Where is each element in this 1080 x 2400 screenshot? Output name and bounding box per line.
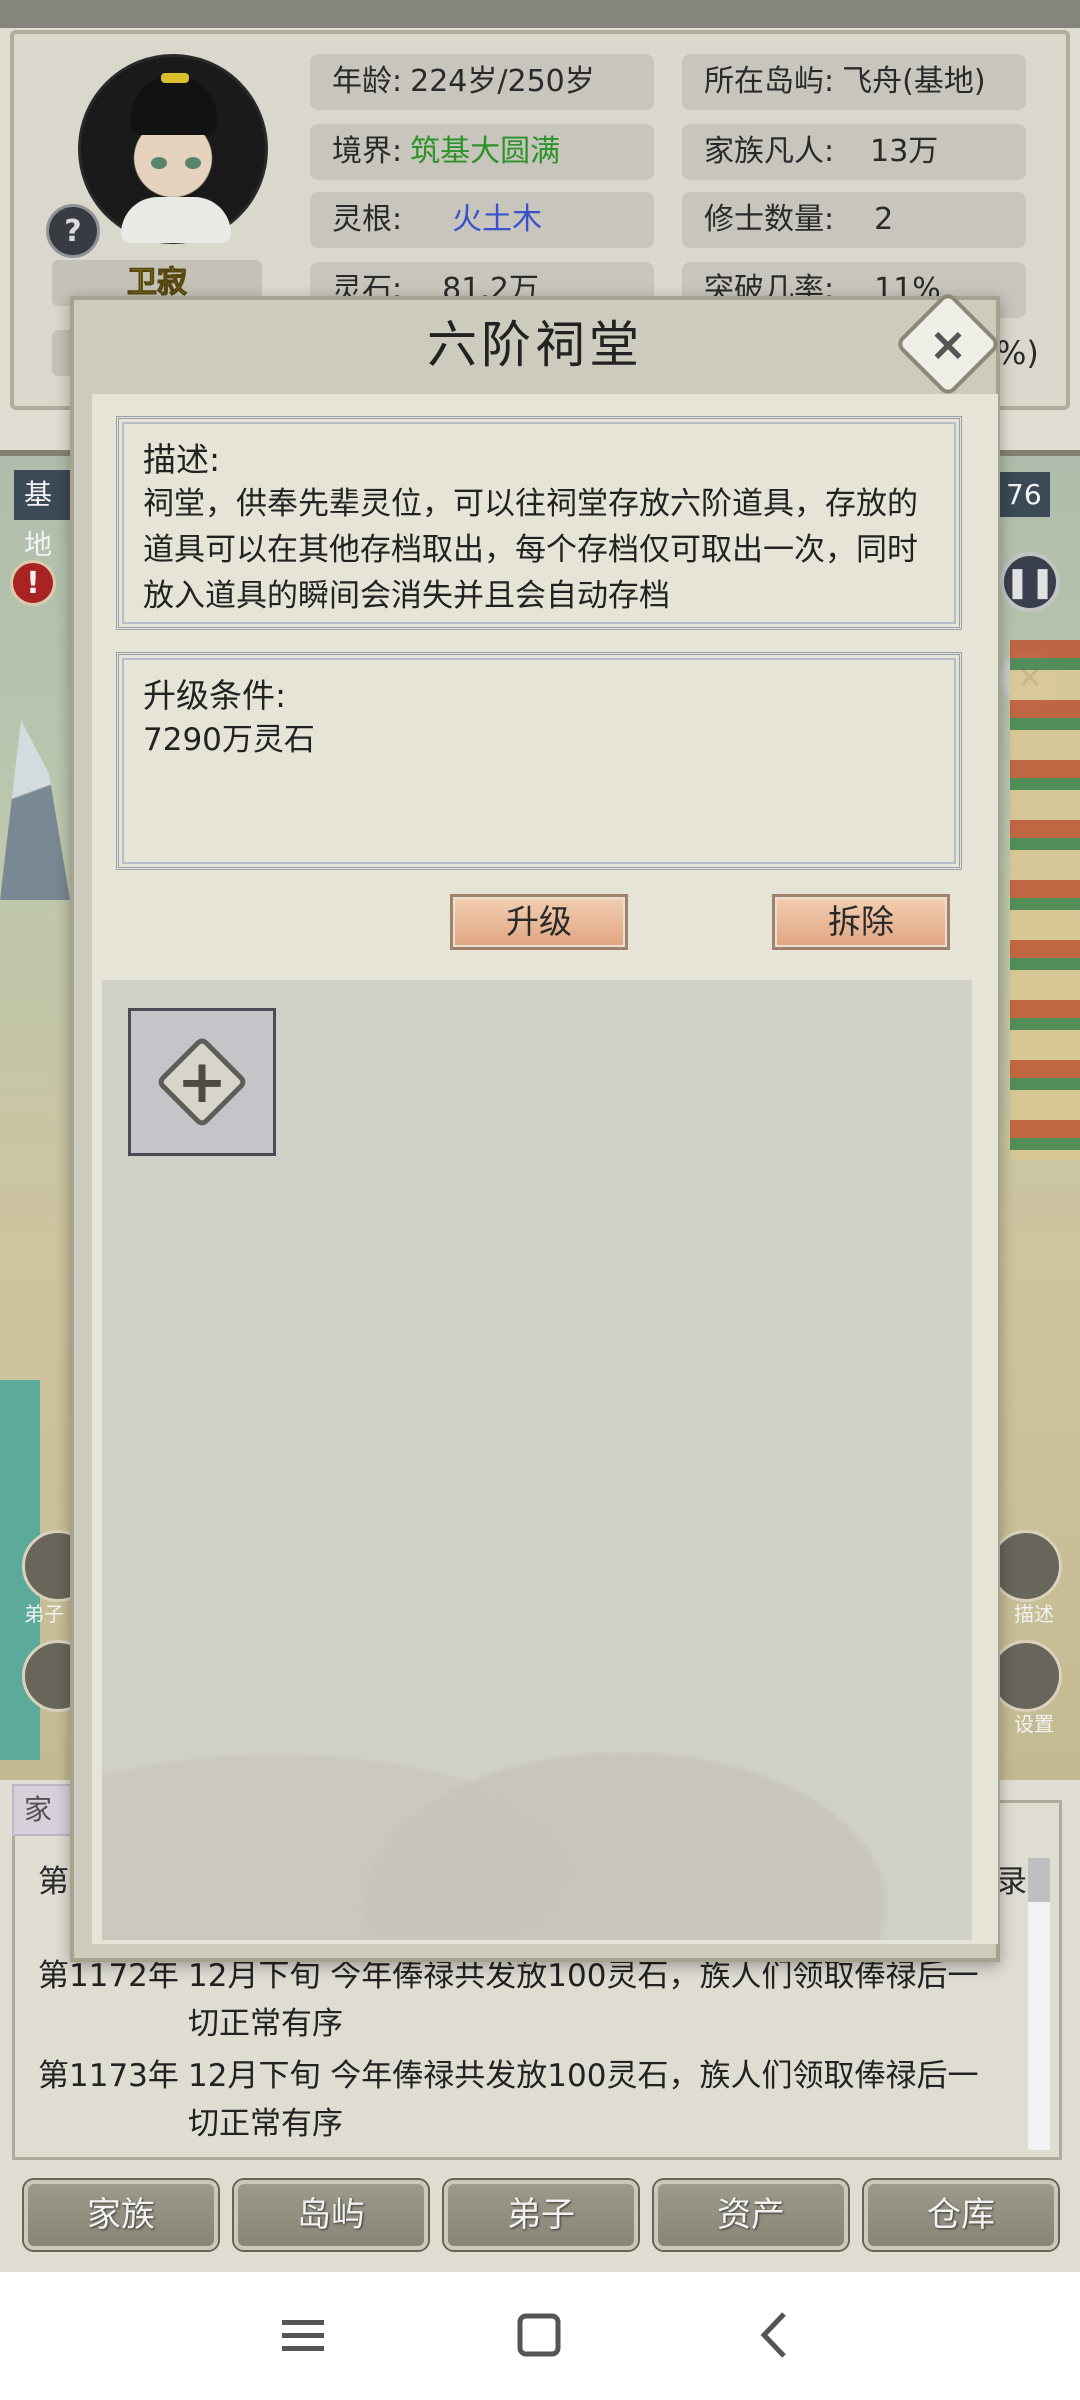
- description-box: 描述: 祠堂，供奉先辈灵位，可以往祠堂存放六阶道具，存放的道具可以在其他存档取出…: [116, 416, 962, 630]
- upgrade-cost-text: 7290万灵石: [143, 722, 315, 758]
- upgrade-conditions-box: 升级条件: 7290万灵石: [116, 652, 962, 870]
- home-icon[interactable]: [504, 2300, 574, 2370]
- description-heading: 描述:: [143, 440, 221, 479]
- plus-icon: +: [176, 1047, 228, 1117]
- close-icon: ×: [928, 317, 968, 371]
- upgrade-button[interactable]: 升级: [450, 894, 628, 950]
- description-text: 祠堂，供奉先辈灵位，可以往祠堂存放六阶道具，存放的道具可以在其他存档取出，每个存…: [143, 486, 918, 614]
- add-item-slot[interactable]: +: [128, 1008, 276, 1156]
- upgrade-heading: 升级条件:: [143, 676, 287, 715]
- demolish-button[interactable]: 拆除: [772, 894, 950, 950]
- menu-icon[interactable]: [268, 2300, 338, 2370]
- back-icon[interactable]: [740, 2300, 810, 2370]
- ink-landscape-watermark: [102, 1600, 972, 1940]
- dialog-title: 六阶祠堂: [427, 316, 643, 374]
